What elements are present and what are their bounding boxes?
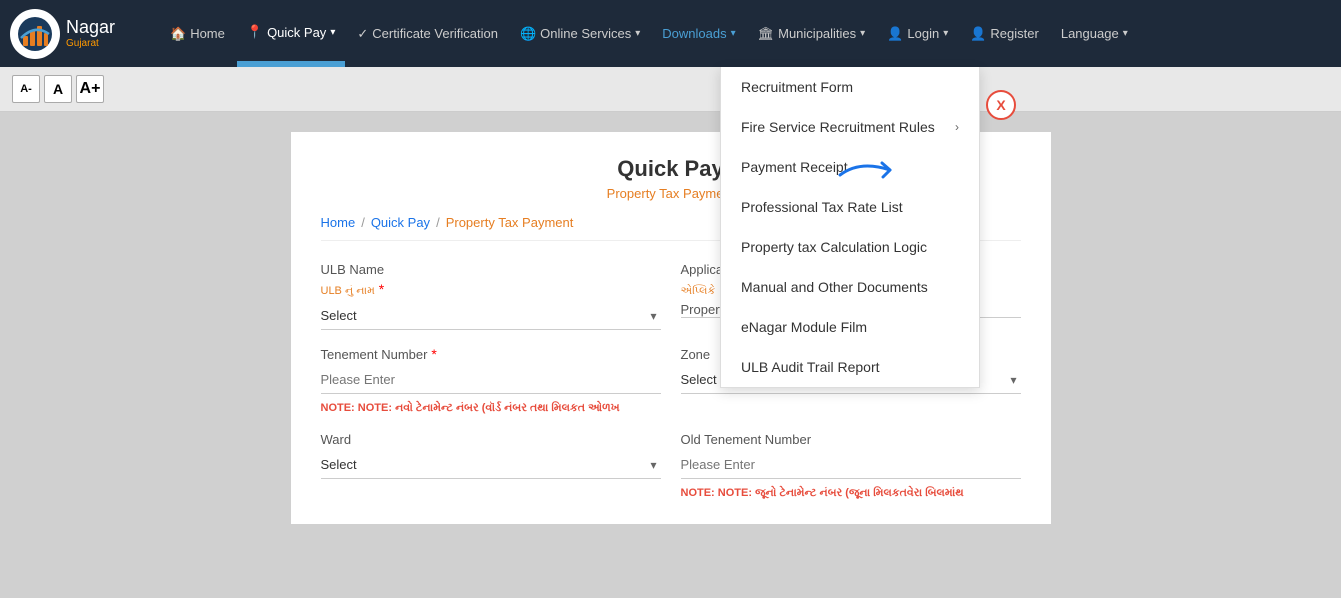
breadcrumb-home[interactable]: Home xyxy=(321,215,356,230)
nav-municipalities[interactable]: 🏛 Municipalities ▾ xyxy=(748,0,876,67)
ward-group: Ward Select ▾ xyxy=(321,431,661,500)
nav-home[interactable]: 🏠 Home xyxy=(160,0,235,67)
globe-icon: 🌐 xyxy=(520,26,536,42)
building-icon: 🏛 xyxy=(758,26,775,42)
chevron-down-icon-lang: ▾ xyxy=(1123,28,1128,39)
font-increase-button[interactable]: A+ xyxy=(76,75,104,103)
ward-select-wrapper: Select ▾ xyxy=(321,451,661,479)
note-new: NOTE: NOTE: નવો ટેનામેન્ટ નંબર (વૉર્ડ નં… xyxy=(321,402,661,415)
nav-downloads[interactable]: Downloads ▾ xyxy=(652,0,745,67)
note-old: NOTE: NOTE: જૂનો ટેનામેન્ટ નંબર (જૂના મિ… xyxy=(681,487,1021,500)
nav-online-services[interactable]: 🌐 Online Services ▾ xyxy=(510,0,650,67)
nav-quick-pay[interactable]: 📍 Quick Pay ▾ xyxy=(237,0,345,67)
required-star-ulb: * xyxy=(379,281,384,297)
brand-name: Nagar Gujarat xyxy=(66,18,115,49)
chevron-down-icon-login: ▾ xyxy=(943,28,948,39)
old-tenement-group: Old Tenement Number NOTE: NOTE: જૂનો ટેન… xyxy=(681,431,1021,500)
nav-cert-verification[interactable]: ✓ Certificate Verification xyxy=(347,0,508,67)
dropdown-ulb-audit[interactable]: ULB Audit Trail Report xyxy=(721,347,979,387)
logo[interactable]: Nagar Gujarat xyxy=(10,9,140,59)
user-icon: 👤 xyxy=(887,26,903,42)
check-icon: ✓ xyxy=(357,26,368,42)
dropdown-professional-tax[interactable]: Professional Tax Rate List xyxy=(721,187,979,227)
pin-icon: 📍 xyxy=(247,24,263,40)
chevron-down-icon-muni: ▾ xyxy=(860,28,865,39)
downloads-dropdown: Recruitment Form Fire Service Recruitmen… xyxy=(720,67,980,388)
font-normal-button[interactable]: A xyxy=(44,75,72,103)
chevron-right-icon: › xyxy=(955,120,959,134)
dropdown-enagar-film[interactable]: eNagar Module Film xyxy=(721,307,979,347)
nav-items: 🏠 Home 📍 Quick Pay ▾ ✓ Certificate Verif… xyxy=(160,0,1331,67)
home-icon: 🏠 xyxy=(170,26,186,42)
breadcrumb-quick-pay[interactable]: Quick Pay xyxy=(371,215,430,230)
dropdown-recruitment-form[interactable]: Recruitment Form xyxy=(721,67,979,107)
dropdown-fire-service[interactable]: Fire Service Recruitment Rules › xyxy=(721,107,979,147)
close-button[interactable]: X xyxy=(986,90,1016,120)
nav-login[interactable]: 👤 Login ▾ xyxy=(877,0,958,67)
chevron-down-icon-downloads: ▾ xyxy=(731,28,736,39)
breadcrumb-sep-2: / xyxy=(436,215,440,230)
font-controls: A- A A+ xyxy=(0,67,1341,112)
breadcrumb-sep-1: / xyxy=(361,215,365,230)
ulb-name-label: ULB Name xyxy=(321,262,385,277)
ulb-select-wrapper: Select ▾ xyxy=(321,302,661,330)
ulb-select[interactable]: Select xyxy=(321,302,661,329)
user-plus-icon: 👤 xyxy=(970,26,986,42)
tenement-number-group: Tenement Number * NOTE: NOTE: નવો ટેનામે… xyxy=(321,346,661,415)
old-tenement-label: Old Tenement Number xyxy=(681,432,812,447)
tenement-label: Tenement Number xyxy=(321,347,428,362)
logo-circle xyxy=(10,9,60,59)
application-label-gujarati: એપ્લિકે xyxy=(681,285,716,297)
navbar: Nagar Gujarat 🏠 Home 📍 Quick Pay ▾ ✓ Cer… xyxy=(0,0,1341,67)
font-decrease-button[interactable]: A- xyxy=(12,75,40,103)
ward-label: Ward xyxy=(321,432,352,447)
ulb-name-group: ULB Name ULB નું નામ * Select ▾ xyxy=(321,261,661,330)
zone-label: Zone xyxy=(681,347,711,362)
nav-language[interactable]: Language ▾ xyxy=(1051,0,1138,67)
required-star-ten: * xyxy=(431,346,436,362)
chevron-down-icon: ▾ xyxy=(330,27,335,38)
tenement-input[interactable] xyxy=(321,366,661,394)
old-tenement-input[interactable] xyxy=(681,451,1021,479)
ward-select[interactable]: Select xyxy=(321,451,661,478)
dropdown-manual-docs[interactable]: Manual and Other Documents xyxy=(721,267,979,307)
nav-register[interactable]: 👤 Register xyxy=(960,0,1049,67)
breadcrumb-current: Property Tax Payment xyxy=(446,215,574,230)
ulb-name-label-gujarati: ULB નું નામ xyxy=(321,285,375,297)
chevron-down-icon-online: ▾ xyxy=(635,28,640,39)
dropdown-payment-receipt[interactable]: Payment Receipt xyxy=(721,147,979,187)
dropdown-property-calc[interactable]: Property tax Calculation Logic xyxy=(721,227,979,267)
